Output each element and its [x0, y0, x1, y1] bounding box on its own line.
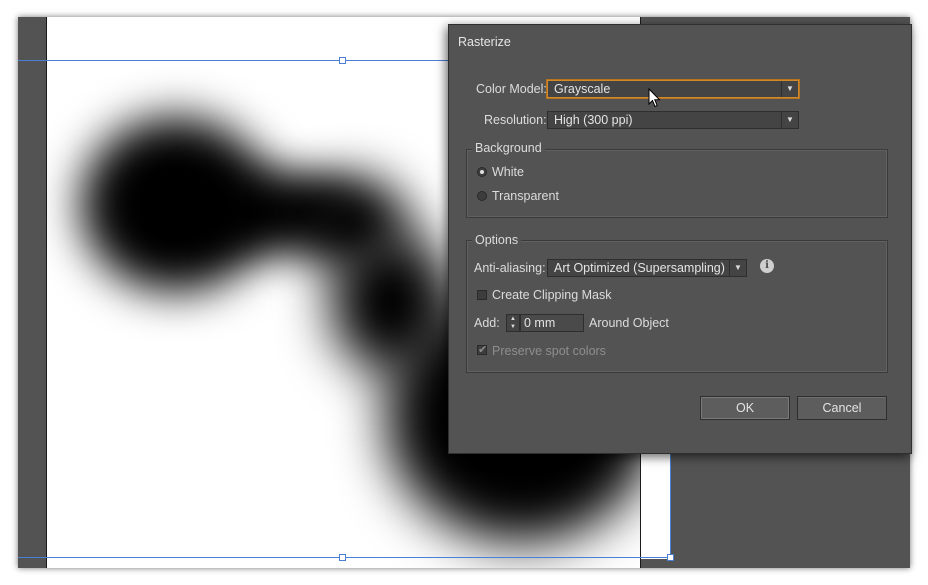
dialog-title: Rasterize [458, 35, 511, 49]
selection-handle[interactable] [339, 57, 346, 64]
anti-aliasing-label: Anti-aliasing: [474, 261, 546, 275]
resolution-dropdown[interactable]: High (300 ppi) ▼ [547, 111, 799, 129]
color-model-label: Color Model: [476, 82, 547, 96]
clipping-mask-label[interactable]: Create Clipping Mask [492, 288, 612, 302]
ok-button[interactable]: OK [700, 396, 790, 420]
selection-edge-right [670, 447, 671, 558]
clipping-mask-checkbox[interactable] [477, 290, 487, 300]
transparent-radio[interactable] [477, 191, 487, 201]
preserve-spot-checkbox: ✔ [477, 344, 488, 356]
add-label: Add: [474, 316, 500, 330]
transparent-radio-label[interactable]: Transparent [492, 189, 559, 203]
background-group-title: Background [472, 141, 545, 155]
rasterize-dialog: Rasterize Color Model: Grayscale ▼ Resol… [448, 24, 912, 454]
chevron-down-icon: ▼ [781, 112, 798, 128]
preserve-spot-label: Preserve spot colors [492, 344, 606, 358]
around-object-label: Around Object [589, 316, 669, 330]
stepper-up-icon[interactable]: ▲ [507, 315, 519, 323]
selection-handle[interactable] [339, 554, 346, 561]
artboard-edge [46, 17, 47, 568]
color-model-value: Grayscale [554, 82, 611, 96]
white-radio-label[interactable]: White [492, 165, 524, 179]
add-amount-input[interactable]: 0 mm [520, 314, 584, 332]
selection-handle[interactable] [667, 554, 674, 561]
selection-edge-top [18, 60, 458, 61]
anti-aliasing-value: Art Optimized (Supersampling) [554, 261, 725, 275]
stepper-down-icon[interactable]: ▼ [507, 323, 519, 331]
white-radio[interactable] [477, 167, 487, 177]
info-icon[interactable]: i [760, 259, 774, 273]
resolution-value: High (300 ppi) [554, 113, 633, 127]
color-model-dropdown[interactable]: Grayscale ▼ [547, 80, 799, 98]
resolution-label: Resolution: [484, 113, 547, 127]
background-group [466, 149, 888, 218]
cancel-button[interactable]: Cancel [797, 396, 887, 420]
chevron-down-icon: ▼ [781, 81, 798, 97]
chevron-down-icon: ▼ [729, 260, 746, 276]
options-group-title: Options [472, 233, 522, 247]
artboard-overflow [641, 447, 671, 559]
add-stepper[interactable]: ▲ ▼ [506, 314, 520, 332]
mouse-pointer-icon [648, 88, 661, 108]
anti-aliasing-dropdown[interactable]: Art Optimized (Supersampling) ▼ [547, 259, 747, 277]
